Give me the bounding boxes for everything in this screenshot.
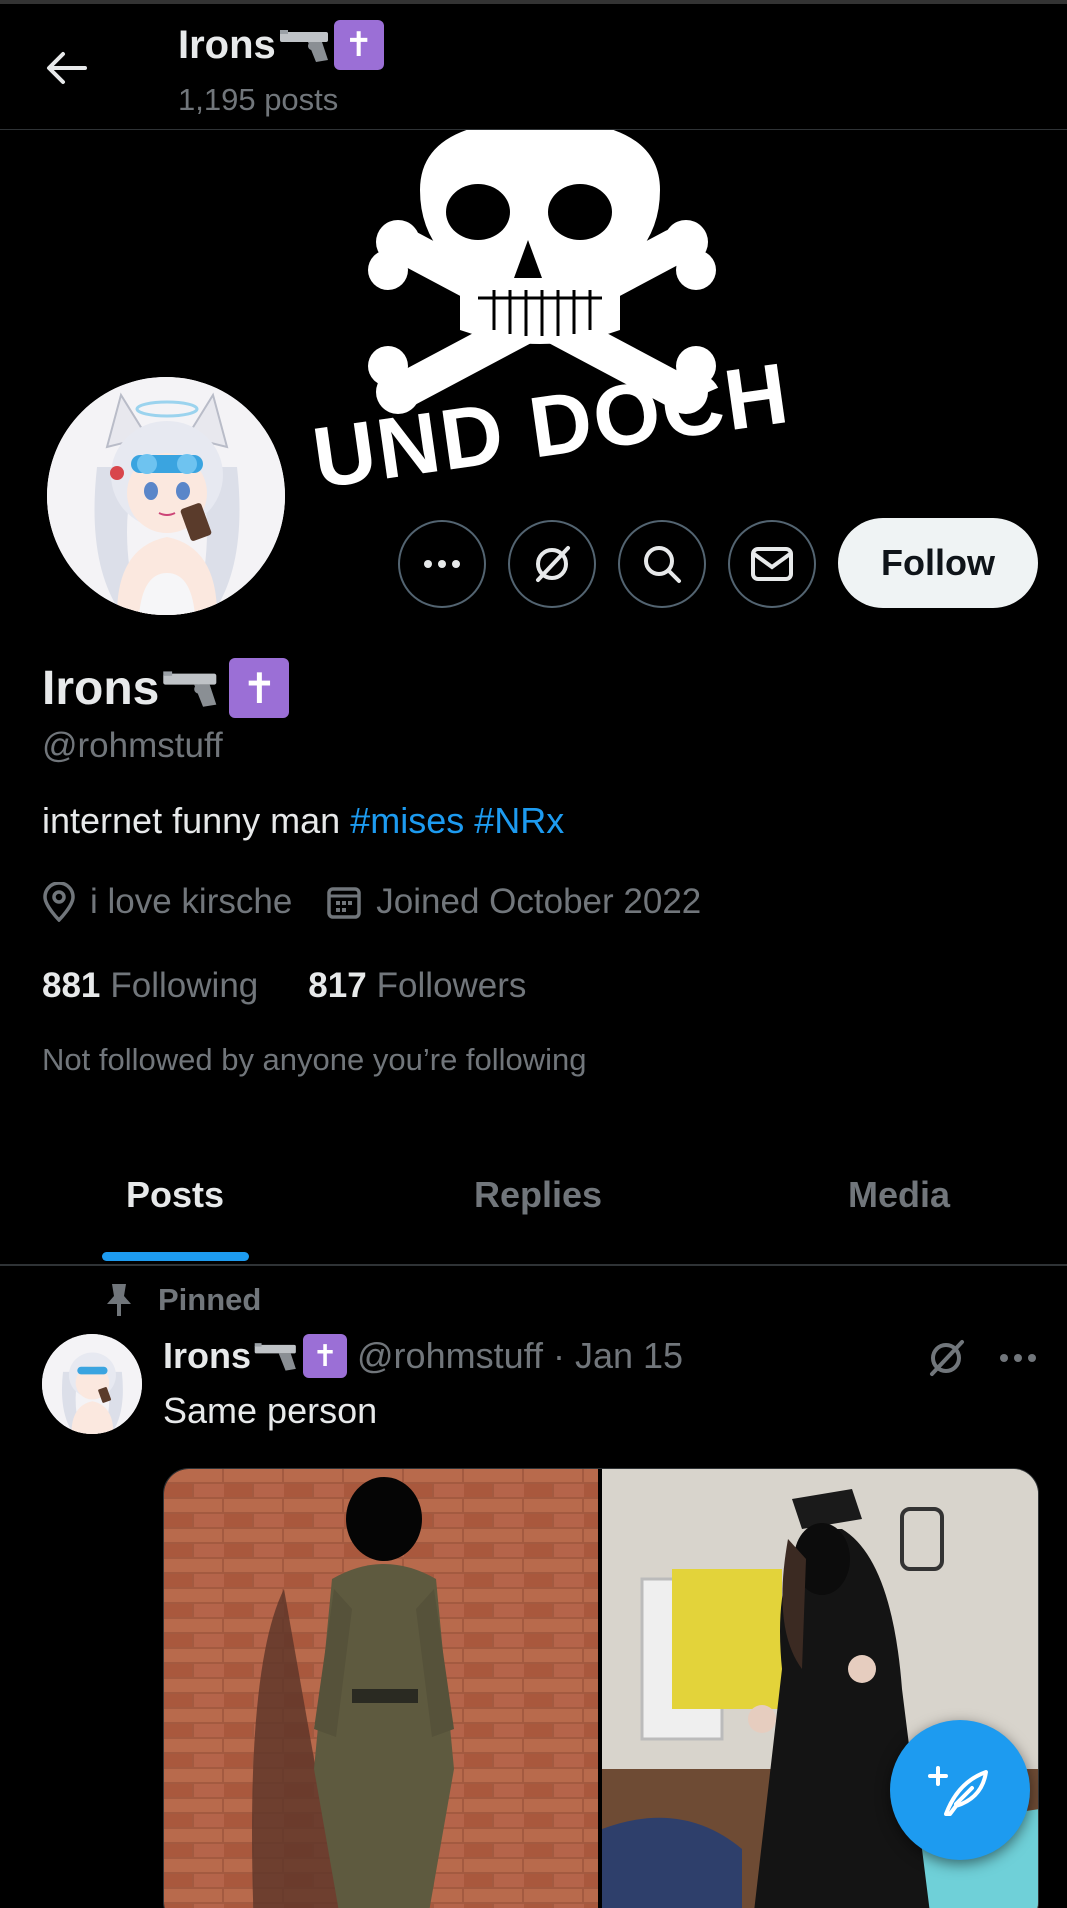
joined-item: Joined October 2022	[326, 882, 701, 922]
profile-avatar[interactable]	[42, 372, 290, 620]
compose-feather-icon	[928, 1766, 988, 1816]
header-title: Irons ✝	[178, 20, 384, 70]
following-label: Following	[110, 966, 259, 1005]
not-followed-note: Not followed by anyone you’re following	[42, 1042, 587, 1077]
following-count: 881	[42, 966, 101, 1005]
followers-count: 817	[308, 966, 367, 1005]
cross-emoji-icon: ✝	[229, 658, 290, 718]
grok-button[interactable]	[508, 520, 596, 608]
brick-wall-photo	[164, 1469, 598, 1908]
profile-name: Irons ✝	[42, 658, 290, 718]
pinned-text: Pinned	[158, 1282, 262, 1317]
tab-replies[interactable]: Replies	[474, 1174, 602, 1216]
post-text: Same person	[163, 1390, 378, 1431]
active-tab-indicator	[102, 1252, 249, 1261]
following-link[interactable]: 881 Following	[42, 966, 258, 1006]
pistol-emoji-icon	[254, 1343, 296, 1371]
location-item: i love kirsche	[42, 882, 292, 922]
pistol-emoji-icon	[279, 30, 328, 62]
profile-tabs: Posts Replies Media	[0, 1152, 1067, 1266]
post-count: 1,195 posts	[178, 82, 339, 117]
tab-posts[interactable]: Posts	[126, 1174, 224, 1216]
post-media[interactable]	[163, 1468, 1039, 1908]
anime-avatar-image	[47, 377, 285, 615]
tab-media[interactable]: Media	[848, 1174, 950, 1216]
bio-text: internet funny man	[42, 800, 341, 841]
search-icon	[644, 546, 681, 583]
post-author-name[interactable]: Irons	[163, 1335, 251, 1377]
hashtag-link[interactable]: #NRx	[474, 800, 564, 841]
media-image-left[interactable]	[164, 1469, 598, 1908]
more-icon	[424, 560, 460, 568]
joined-text: Joined October 2022	[376, 882, 702, 921]
post-separator: ·	[552, 1335, 565, 1376]
more-icon[interactable]	[998, 1353, 1038, 1363]
arrow-left-icon	[47, 52, 87, 84]
pistol-emoji-icon	[163, 671, 217, 707]
post-author-handle[interactable]: @rohmstuff	[357, 1335, 543, 1377]
grok-icon[interactable]	[924, 1336, 968, 1380]
grok-icon	[536, 546, 570, 582]
followers-link[interactable]: 817 Followers	[308, 966, 526, 1006]
message-button[interactable]	[728, 520, 816, 608]
hashtag-link[interactable]: #mises	[350, 800, 464, 841]
post-actions-top	[924, 1336, 1038, 1380]
anime-avatar-image	[42, 1334, 142, 1434]
back-button[interactable]	[38, 40, 94, 96]
profile-handle: @rohmstuff	[42, 726, 223, 765]
calendar-icon	[327, 887, 362, 919]
search-button[interactable]	[618, 520, 706, 608]
follow-stats: 881 Following 817 Followers	[42, 966, 576, 1006]
location-text: i love kirsche	[90, 882, 293, 921]
profile-meta: i love kirsche Joined October 2022	[42, 882, 735, 922]
header-name: Irons	[178, 22, 276, 67]
profile-display-name: Irons	[42, 661, 160, 715]
pin-icon	[107, 1284, 131, 1316]
top-bar: Irons ✝ 1,195 posts	[0, 0, 1067, 130]
cross-emoji-icon: ✝	[333, 20, 384, 70]
post-author-avatar[interactable]	[42, 1334, 142, 1434]
profile-bio: internet funny man #mises #NRx	[42, 800, 564, 842]
compose-post-button[interactable]	[890, 1720, 1030, 1860]
post-header: Irons ✝ @rohmstuff · Jan 15	[163, 1334, 683, 1378]
location-pin-icon	[43, 882, 75, 922]
pinned-label: Pinned	[104, 1282, 261, 1318]
cross-emoji-icon: ✝	[303, 1334, 348, 1378]
followers-label: Followers	[376, 966, 527, 1005]
follow-button[interactable]: Follow	[838, 518, 1038, 608]
mail-icon	[751, 547, 793, 581]
post-date[interactable]: Jan 15	[575, 1335, 683, 1377]
more-button[interactable]	[398, 520, 486, 608]
